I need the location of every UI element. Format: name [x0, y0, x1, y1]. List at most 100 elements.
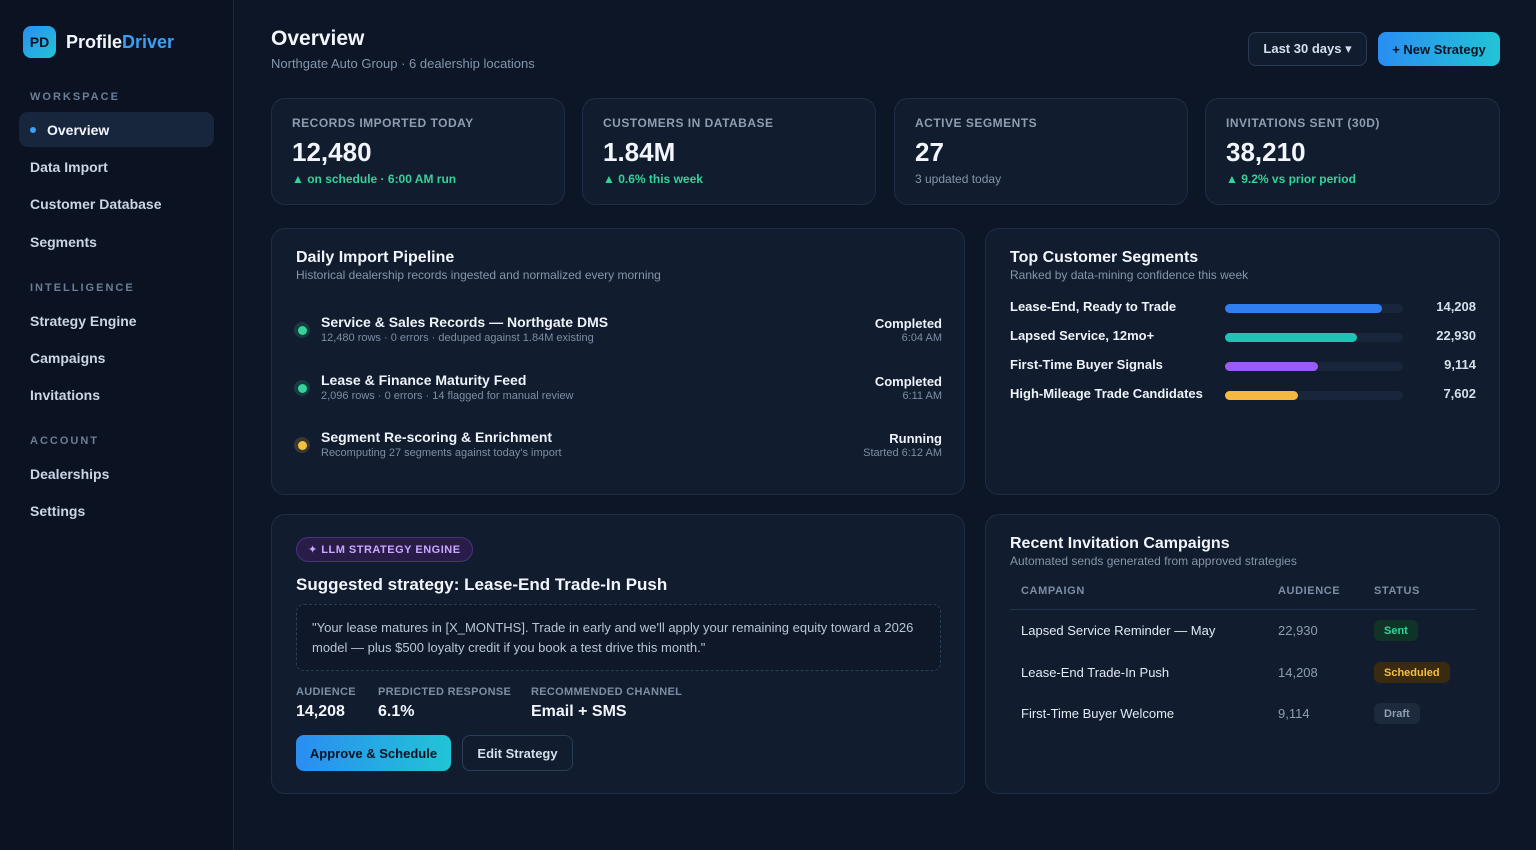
pipeline-name: Service & Sales Records — Northgate DMS	[321, 314, 609, 330]
card-subtitle: Automated sends generated from approved …	[1010, 554, 1297, 568]
pipeline-status: Completed	[874, 316, 942, 331]
stat-delta: ▲ 9.2% vs prior period	[1226, 172, 1356, 186]
segment-row[interactable]: High-Mileage Trade Candidates 7,602	[1010, 386, 1476, 406]
stat-value: 27	[915, 137, 944, 167]
metric-audience: AUDIENCE 14,208	[296, 686, 356, 721]
card-subtitle: Ranked by data-mining confidence this we…	[1010, 268, 1249, 282]
sidebar-item-invitations[interactable]: Invitations	[19, 377, 214, 412]
stat-value: 38,210	[1226, 137, 1306, 167]
table-row[interactable]: Lapsed Service Reminder — May 22,930 Sen…	[986, 616, 1499, 646]
sidebar-item-label: Overview	[47, 121, 110, 138]
pipeline-time: 6:11 AM	[902, 390, 942, 402]
metric-predicted-response: PREDICTED RESPONSE 6.1%	[378, 686, 511, 721]
segment-row[interactable]: Lapsed Service, 12mo+ 22,930	[1010, 328, 1476, 348]
edit-strategy-button[interactable]: Edit Strategy	[462, 735, 573, 771]
table-row[interactable]: First-Time Buyer Welcome 9,114 Draft	[986, 699, 1499, 729]
column-header-audience[interactable]: AUDIENCE	[1278, 585, 1340, 597]
pipeline-time: Started 6:12 AM	[863, 447, 942, 459]
segment-count: 9,114	[1444, 357, 1476, 372]
strategy-title: Suggested strategy: Lease-End Trade-In P…	[296, 575, 668, 594]
card-title: Recent Invitation Campaigns	[1010, 535, 1230, 552]
stat-card-segments: ACTIVE SEGMENTS 27 3 updated today	[894, 98, 1188, 205]
segment-bar-fill	[1225, 333, 1357, 342]
metric-value: Email + SMS	[531, 703, 627, 720]
brand-logo: PD	[23, 26, 56, 58]
sidebar-item-campaigns[interactable]: Campaigns	[19, 340, 214, 375]
stat-value: 1.84M	[603, 137, 676, 167]
status-dot-icon	[294, 322, 310, 338]
llm-strategy-badge: ✦ LLM STRATEGY ENGINE	[296, 537, 473, 562]
stat-label: RECORDS IMPORTED TODAY	[292, 116, 474, 130]
campaign-audience: 9,114	[1278, 706, 1310, 721]
column-header-status[interactable]: STATUS	[1374, 585, 1420, 597]
metric-value: 14,208	[296, 703, 345, 720]
status-badge: Scheduled	[1374, 662, 1450, 683]
table-divider	[1010, 609, 1476, 610]
campaign-name: First-Time Buyer Welcome	[1021, 706, 1175, 721]
pipeline-status: Running	[889, 431, 942, 446]
stat-card-customers: CUSTOMERS IN DATABASE 1.84M ▲ 0.6% this …	[582, 98, 876, 205]
page-title: Overview	[271, 27, 365, 50]
strategy-card: ✦ LLM STRATEGY ENGINE Suggested strategy…	[271, 514, 965, 794]
sidebar-item-customer-database[interactable]: Customer Database	[19, 186, 214, 221]
new-strategy-button[interactable]: + New Strategy	[1378, 32, 1500, 66]
segment-name: High-Mileage Trade Candidates	[1010, 386, 1203, 401]
date-range-dropdown[interactable]: Last 30 days ▾	[1248, 32, 1367, 66]
sidebar-item-dealerships[interactable]: Dealerships	[19, 456, 214, 491]
nav-section-intelligence: INTELLIGENCE	[30, 282, 135, 294]
brand-name-part2: Driver	[122, 31, 175, 52]
sidebar-item-label: Segments	[30, 233, 97, 250]
sidebar-item-segments[interactable]: Segments	[19, 224, 214, 259]
active-dot-icon	[30, 126, 36, 133]
sidebar-item-overview[interactable]: Overview	[19, 112, 214, 147]
pipeline-row[interactable]: Segment Re-scoring & Enrichment Recomput…	[294, 429, 942, 469]
approve-schedule-button[interactable]: Approve & Schedule	[296, 735, 451, 771]
sidebar-item-strategy-engine[interactable]: Strategy Engine	[19, 303, 214, 338]
pipeline-meta: Recomputing 27 segments against today's …	[321, 447, 562, 459]
status-dot-icon	[294, 380, 310, 396]
brand[interactable]: PD ProfileDriver	[23, 26, 174, 58]
segment-row[interactable]: First-Time Buyer Signals 9,114	[1010, 357, 1476, 377]
nav-section-account: ACCOUNT	[30, 435, 99, 447]
sidebar-item-label: Campaigns	[30, 349, 106, 366]
segment-bar-fill	[1225, 362, 1318, 371]
pipeline-meta: 2,096 rows · 0 errors · 14 flagged for m…	[321, 390, 574, 402]
segment-row[interactable]: Lease-End, Ready to Trade 14,208	[1010, 299, 1476, 319]
pipeline-row[interactable]: Lease & Finance Maturity Feed 2,096 rows…	[294, 372, 942, 412]
sidebar-item-data-import[interactable]: Data Import	[19, 149, 214, 184]
segment-bar-track	[1225, 304, 1403, 313]
segments-card: Top Customer Segments Ranked by data-min…	[985, 228, 1500, 495]
card-title: Top Customer Segments	[1010, 249, 1199, 266]
pipeline-card: Daily Import Pipeline Historical dealers…	[271, 228, 965, 495]
stat-card-records: RECORDS IMPORTED TODAY 12,480 ▲ on sched…	[271, 98, 565, 205]
pipeline-status: Completed	[874, 374, 942, 389]
pipeline-row[interactable]: Service & Sales Records — Northgate DMS …	[294, 314, 942, 354]
campaign-name: Lapsed Service Reminder — May	[1021, 623, 1216, 638]
sidebar-item-label: Settings	[30, 502, 86, 519]
pipeline-name: Lease & Finance Maturity Feed	[321, 372, 527, 388]
pipeline-name: Segment Re-scoring & Enrichment	[321, 429, 553, 445]
segment-bar-track	[1225, 333, 1403, 342]
campaigns-card: Recent Invitation Campaigns Automated se…	[985, 514, 1500, 794]
stat-delta: 3 updated today	[915, 172, 1002, 186]
sidebar-item-label: Strategy Engine	[30, 312, 137, 329]
table-row[interactable]: Lease-End Trade-In Push 14,208 Scheduled	[986, 658, 1499, 688]
sidebar-item-label: Data Import	[30, 158, 108, 175]
stat-delta: ▲ 0.6% this week	[603, 172, 703, 186]
segment-bar-track	[1225, 362, 1403, 371]
metric-recommended-channel: RECOMMENDED CHANNEL Email + SMS	[531, 686, 682, 721]
segment-bar-fill	[1225, 304, 1382, 313]
campaign-name: Lease-End Trade-In Push	[1021, 665, 1170, 680]
segment-name: Lapsed Service, 12mo+	[1010, 328, 1155, 343]
brand-name-part1: Profile	[66, 31, 123, 52]
status-dot-icon	[294, 437, 310, 453]
nav-section-workspace: WORKSPACE	[30, 91, 120, 103]
sidebar-item-settings[interactable]: Settings	[19, 493, 214, 528]
status-badge: Draft	[1374, 703, 1420, 724]
column-header-campaign[interactable]: CAMPAIGN	[1021, 585, 1085, 597]
sidebar-item-label: Invitations	[30, 386, 101, 403]
stat-label: CUSTOMERS IN DATABASE	[603, 116, 774, 130]
stat-label: INVITATIONS SENT (30D)	[1226, 116, 1380, 130]
brand-name: ProfileDriver	[66, 32, 174, 53]
stat-value: 12,480	[292, 137, 372, 167]
